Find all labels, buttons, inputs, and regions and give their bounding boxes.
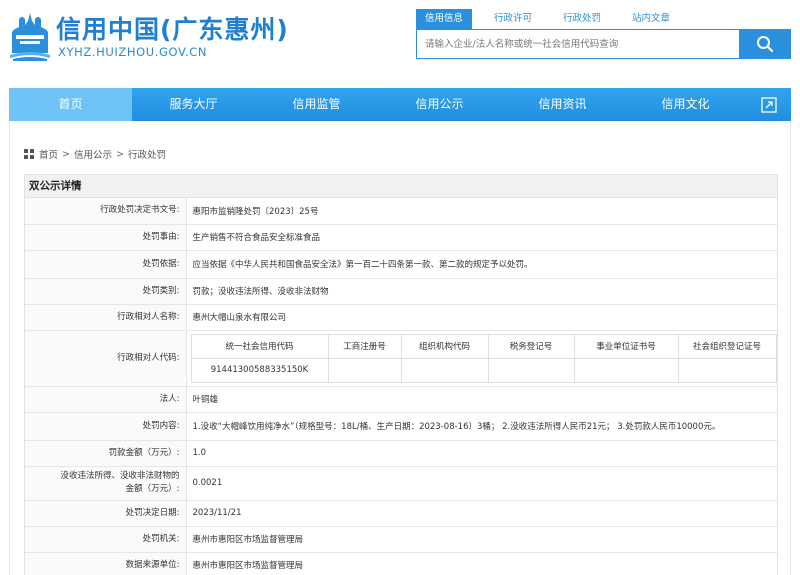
main-nav: 首页 服务大厅 信用监管 信用公示 信用资讯 信用文化 — [9, 88, 791, 121]
field-value: 罚款；没收违法所得、没收非法财物 — [186, 278, 777, 305]
site-header: 信用中国(广东惠州) XYHZ.HUIZHOU.GOV.CN 信用信息 行政许可… — [0, 0, 800, 88]
code-value-row: 91441300588335150K — [190, 357, 777, 383]
field-value: 叶铜雄 — [186, 386, 777, 413]
detail-panel: 双公示详情 行政处罚决定书文号: 惠阳市监销隆处罚〔2023〕25号 处罚事由:… — [24, 174, 778, 575]
field-label: 法人: — [25, 386, 187, 413]
code-value — [677, 357, 777, 383]
code-header: 工商注册号 — [327, 333, 402, 359]
field-label: 处罚类别: — [25, 278, 187, 305]
field-value: 1.没收“大帽峰饮用纯净水”（规格型号：18L/桶、生产日期：2023-08-1… — [186, 412, 777, 441]
table-row: 处罚事由: 生产销售不符合食品安全标准食品 — [25, 224, 777, 251]
table-row: 处罚依据: 应当依据《中华人民共和国食品安全法》第一百二十四条第一款、第二款的规… — [25, 250, 777, 279]
search-tab-site-articles[interactable]: 站内文章 — [623, 9, 679, 29]
search-box — [416, 29, 791, 59]
code-value — [487, 357, 575, 383]
search-tab-admin-penalty[interactable]: 行政处罚 — [554, 9, 610, 29]
code-value — [573, 357, 679, 383]
detail-table: 行政处罚决定书文号: 惠阳市监销隆处罚〔2023〕25号 处罚事由: 生产销售不… — [25, 198, 777, 575]
field-value: 2023/11/21 — [186, 500, 777, 527]
code-header: 组织机构代码 — [400, 333, 489, 359]
table-row: 处罚机关: 惠州市惠阳区市场监督管理局 — [25, 526, 777, 553]
nav-service-hall[interactable]: 服务大厅 — [132, 88, 255, 121]
field-label: 数据来源单位: — [25, 552, 187, 575]
main-content: 首页 > 信用公示 > 行政处罚 双公示详情 行政处罚决定书文号: 惠阳市监销隆… — [9, 121, 791, 575]
field-value: 惠州市惠阳区市场监督管理局 — [186, 552, 777, 575]
breadcrumb-home[interactable]: 首页 — [39, 147, 58, 161]
field-label: 处罚决定日期: — [25, 500, 187, 527]
site-title[interactable]: 信用中国(广东惠州) — [56, 10, 289, 46]
field-label: 行政相对人代码: — [25, 330, 187, 387]
table-row: 处罚内容: 1.没收“大帽峰饮用纯净水”（规格型号：18L/桶、生产日期：202… — [25, 412, 777, 441]
table-row: 处罚决定日期: 2023/11/21 — [25, 500, 777, 527]
field-label: 处罚内容: — [25, 412, 187, 441]
code-header: 事业单位证书号 — [573, 333, 679, 359]
nav-credit-culture[interactable]: 信用文化 — [624, 88, 747, 121]
field-value: 惠州市惠阳区市场监督管理局 — [186, 526, 777, 553]
table-row: 行政相对人名称: 惠州大帽山泉水有限公司 — [25, 304, 777, 331]
search-tabs: 信用信息 行政许可 行政处罚 站内文章 — [416, 9, 692, 29]
search-input[interactable] — [417, 30, 739, 58]
search-tab-admin-license[interactable]: 行政许可 — [485, 9, 541, 29]
home-icon — [24, 149, 34, 159]
field-label: 处罚事由: — [25, 224, 187, 251]
nav-credit-supervision[interactable]: 信用监管 — [255, 88, 378, 121]
table-row: 行政处罚决定书文号: 惠阳市监销隆处罚〔2023〕25号 — [25, 198, 777, 225]
code-value — [327, 357, 402, 383]
search-tab-credit-info[interactable]: 信用信息 — [416, 9, 473, 29]
search-button[interactable] — [739, 30, 790, 58]
field-value: 惠阳市监销隆处罚〔2023〕25号 — [186, 198, 777, 225]
table-row: 数据来源单位: 惠州市惠阳区市场监督管理局 — [25, 552, 777, 575]
code-value: 91441300588335150K — [190, 357, 329, 383]
code-header: 社会组织登记证号 — [677, 333, 777, 359]
nav-credit-publicity[interactable]: 信用公示 — [378, 88, 501, 121]
table-row: 没收违法所得、没收非法财物的 金额（万元）: 0.0021 — [25, 466, 777, 501]
code-value — [400, 357, 489, 383]
search-icon — [756, 36, 773, 53]
breadcrumb-admin-penalty[interactable]: 行政处罚 — [128, 147, 166, 161]
field-value: 应当依据《中华人民共和国食品安全法》第一百二十四条第一款、第二款的规定予以处罚。 — [186, 250, 777, 279]
code-header: 税务登记号 — [487, 333, 575, 359]
table-row: 处罚类别: 罚款；没收违法所得、没收非法财物 — [25, 278, 777, 305]
breadcrumb-separator: > — [62, 148, 70, 160]
field-label: 行政处罚决定书文号: — [25, 198, 187, 225]
panel-title: 双公示详情 — [25, 175, 777, 198]
field-label: 行政相对人名称: — [25, 304, 187, 331]
field-label-line: 没收违法所得、没收非法财物的 — [60, 471, 180, 481]
field-label-line: 金额（万元）: — [125, 484, 180, 494]
breadcrumb-credit-publicity[interactable]: 信用公示 — [74, 147, 112, 161]
field-label: 处罚依据: — [25, 250, 187, 279]
nav-home[interactable]: 首页 — [9, 88, 132, 121]
field-label: 没收违法所得、没收非法财物的 金额（万元）: — [25, 466, 187, 501]
field-value: 0.0021 — [186, 466, 777, 501]
table-row-codes: 行政相对人代码: 统一社会信用代码 工商注册号 组织机构代码 税务登记号 事业单… — [25, 330, 777, 387]
breadcrumb-separator: > — [116, 148, 124, 160]
site-url: XYHZ.HUIZHOU.GOV.CN — [58, 45, 208, 59]
field-value: 惠州大帽山泉水有限公司 — [186, 304, 777, 331]
code-header-row: 统一社会信用代码 工商注册号 组织机构代码 税务登记号 事业单位证书号 社会组织… — [190, 333, 777, 359]
logo-icon — [10, 13, 50, 61]
table-row: 法人: 叶铜雄 — [25, 386, 777, 413]
code-table: 统一社会信用代码 工商注册号 组织机构代码 税务登记号 事业单位证书号 社会组织… — [190, 333, 777, 383]
field-value: 1.0 — [186, 440, 777, 467]
expand-icon — [761, 96, 777, 113]
field-label: 罚款金额（万元）: — [25, 440, 187, 467]
nav-credit-news[interactable]: 信用资讯 — [501, 88, 624, 121]
field-value: 生产销售不符合食品安全标准食品 — [186, 224, 777, 251]
field-label: 处罚机关: — [25, 526, 187, 553]
breadcrumb: 首页 > 信用公示 > 行政处罚 — [23, 147, 166, 161]
code-header: 统一社会信用代码 — [190, 333, 329, 359]
table-row: 罚款金额（万元）: 1.0 — [25, 440, 777, 467]
nav-expand-button[interactable] — [747, 88, 791, 121]
